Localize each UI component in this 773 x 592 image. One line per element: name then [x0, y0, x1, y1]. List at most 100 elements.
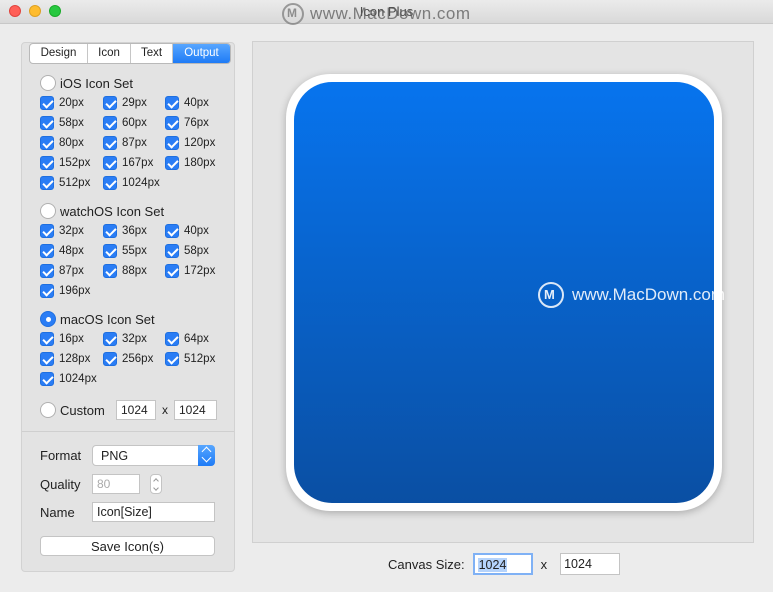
tab-bar: Design Icon Text Output — [29, 43, 231, 64]
size-label: 36px — [122, 225, 147, 237]
watchos-size-checkbox[interactable]: 172px — [165, 263, 227, 279]
macos-size-checkbox[interactable]: 512px — [165, 351, 227, 367]
check-icon[interactable] — [165, 136, 179, 150]
macos-label: macOS Icon Set — [60, 311, 155, 327]
ios-size-checkbox[interactable]: 120px — [165, 135, 227, 151]
check-icon[interactable] — [165, 244, 179, 258]
check-icon[interactable] — [40, 352, 54, 366]
check-icon[interactable] — [103, 352, 117, 366]
check-icon[interactable] — [40, 176, 54, 190]
macos-size-checkbox[interactable]: 256px — [103, 351, 165, 367]
ios-size-checkbox[interactable]: 40px — [165, 95, 227, 111]
ios-size-checkbox[interactable]: 180px — [165, 155, 227, 171]
watchos-size-checkbox[interactable]: 48px — [40, 243, 103, 259]
watchos-size-checkbox[interactable]: 58px — [165, 243, 227, 259]
tab-icon[interactable]: Icon — [88, 44, 131, 63]
canvas-x-separator: x — [540, 556, 548, 572]
canvas-width-input[interactable]: 1024 — [472, 553, 533, 575]
check-icon[interactable] — [40, 372, 54, 386]
watermark-text: www.MacDown.com — [572, 285, 726, 304]
check-icon[interactable] — [165, 264, 179, 278]
check-icon[interactable] — [103, 176, 117, 190]
size-label: 512px — [184, 353, 216, 365]
tab-text[interactable]: Text — [131, 44, 173, 63]
check-icon[interactable] — [103, 332, 117, 346]
check-icon[interactable] — [103, 224, 117, 238]
ios-radio[interactable] — [40, 75, 56, 91]
watchos-radio[interactable] — [40, 203, 56, 219]
check-icon[interactable] — [40, 156, 54, 170]
macos-size-checkbox[interactable]: 16px — [40, 331, 103, 347]
quality-input[interactable]: 80 — [92, 474, 140, 494]
custom-height-input[interactable]: 1024 — [174, 400, 217, 420]
check-icon[interactable] — [40, 224, 54, 238]
check-icon[interactable] — [165, 156, 179, 170]
watchos-size-checkbox[interactable]: 196px — [40, 283, 103, 299]
check-icon[interactable] — [103, 244, 117, 258]
watchos-icon-set-option[interactable]: watchOS Icon Set — [40, 201, 227, 221]
check-icon[interactable] — [40, 284, 54, 298]
check-icon[interactable] — [165, 96, 179, 110]
format-select[interactable]: PNG — [92, 445, 215, 466]
quality-stepper[interactable] — [150, 474, 162, 494]
ios-size-grid: 20px 29px 40px 58px 60px 76px 80px 87px … — [40, 95, 227, 191]
watchos-size-checkbox[interactable]: 32px — [40, 223, 103, 239]
size-label: 87px — [59, 265, 84, 277]
ios-size-checkbox[interactable]: 152px — [40, 155, 103, 171]
check-icon[interactable] — [103, 264, 117, 278]
custom-section: Custom 1024 x 1024 — [40, 400, 217, 420]
custom-width-input[interactable]: 1024 — [116, 400, 156, 420]
watchos-size-grid: 32px 36px 40px 48px 55px 58px 87px 88px … — [40, 223, 227, 299]
custom-radio[interactable] — [40, 402, 56, 418]
watchos-size-checkbox[interactable]: 88px — [103, 263, 165, 279]
check-icon[interactable] — [103, 116, 117, 130]
macos-radio[interactable] — [40, 311, 56, 327]
check-icon[interactable] — [103, 96, 117, 110]
macos-size-checkbox[interactable]: 64px — [165, 331, 227, 347]
ios-size-checkbox[interactable]: 87px — [103, 135, 165, 151]
watchos-size-checkbox[interactable]: 55px — [103, 243, 165, 259]
check-icon[interactable] — [40, 244, 54, 258]
watchos-size-checkbox[interactable]: 87px — [40, 263, 103, 279]
name-input[interactable]: Icon[Size] — [92, 502, 215, 522]
ios-size-checkbox[interactable]: 76px — [165, 115, 227, 131]
check-icon[interactable] — [103, 136, 117, 150]
tab-design[interactable]: Design — [30, 44, 88, 63]
save-icons-button[interactable]: Save Icon(s) — [40, 536, 215, 556]
ios-size-checkbox[interactable]: 1024px — [103, 175, 165, 191]
check-icon[interactable] — [103, 156, 117, 170]
watchos-section: watchOS Icon Set 32px 36px 40px 48px 55p… — [40, 201, 227, 299]
watchos-size-checkbox[interactable]: 36px — [103, 223, 165, 239]
macos-size-checkbox[interactable]: 1024px — [40, 371, 103, 387]
ios-size-checkbox[interactable]: 167px — [103, 155, 165, 171]
ios-size-checkbox[interactable]: 80px — [40, 135, 103, 151]
check-icon[interactable] — [40, 332, 54, 346]
size-label: 32px — [122, 333, 147, 345]
output-settings-panel: Design Icon Text Output iOS Icon Set 20p… — [21, 42, 235, 572]
check-icon[interactable] — [40, 264, 54, 278]
ios-label: iOS Icon Set — [60, 75, 133, 91]
ios-size-checkbox[interactable]: 60px — [103, 115, 165, 131]
ios-size-checkbox[interactable]: 20px — [40, 95, 103, 111]
custom-label: Custom — [60, 402, 105, 418]
check-icon[interactable] — [40, 136, 54, 150]
ios-size-checkbox[interactable]: 58px — [40, 115, 103, 131]
check-icon[interactable] — [165, 116, 179, 130]
check-icon[interactable] — [40, 96, 54, 110]
size-label: 40px — [184, 225, 209, 237]
check-icon[interactable] — [165, 224, 179, 238]
canvas-height-input[interactable]: 1024 — [560, 553, 621, 575]
macos-size-checkbox[interactable]: 32px — [103, 331, 165, 347]
macos-size-checkbox[interactable]: 128px — [40, 351, 103, 367]
check-icon[interactable] — [165, 332, 179, 346]
watchos-size-checkbox[interactable]: 40px — [165, 223, 227, 239]
ios-size-checkbox[interactable]: 512px — [40, 175, 103, 191]
check-icon[interactable] — [40, 116, 54, 130]
check-icon[interactable] — [165, 352, 179, 366]
tab-output[interactable]: Output — [173, 44, 230, 63]
ios-size-checkbox[interactable]: 29px — [103, 95, 165, 111]
size-label: 256px — [122, 353, 154, 365]
select-arrows-icon[interactable] — [198, 445, 215, 466]
macos-icon-set-option[interactable]: macOS Icon Set — [40, 309, 227, 329]
ios-icon-set-option[interactable]: iOS Icon Set — [40, 73, 227, 93]
